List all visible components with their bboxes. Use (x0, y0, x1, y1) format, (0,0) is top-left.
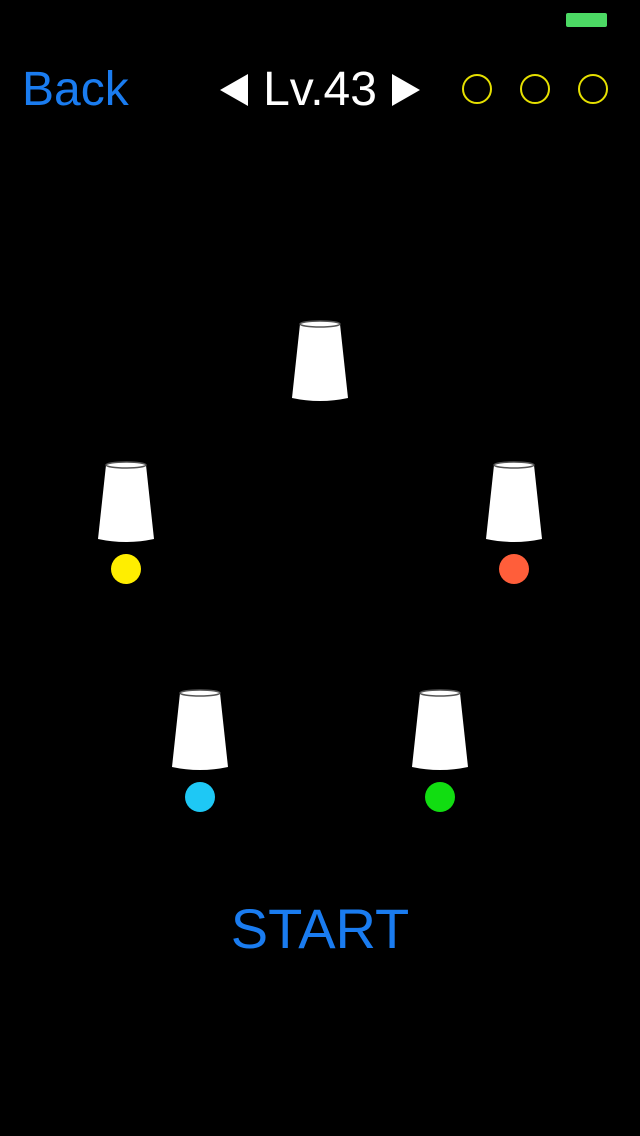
previous-level-button[interactable] (214, 62, 254, 118)
cup-bottom-right[interactable] (410, 689, 470, 771)
cup-top[interactable] (290, 320, 350, 402)
ball-red (499, 554, 529, 584)
cup-bottom-left[interactable] (170, 689, 230, 771)
star-slot-icon (578, 74, 608, 104)
star-rating (462, 74, 614, 108)
star-slot-icon (462, 74, 492, 104)
triangle-left-icon (220, 74, 248, 106)
ball-green (425, 782, 455, 812)
cup-right[interactable] (484, 461, 544, 543)
ball-blue (185, 782, 215, 812)
cup-left[interactable] (96, 461, 156, 543)
level-label: Lv.43 (263, 63, 377, 116)
start-button[interactable]: START (200, 896, 440, 962)
level-selector: Lv.43 (214, 62, 426, 118)
star-slot-icon (520, 74, 550, 104)
triangle-right-icon (392, 74, 420, 106)
next-level-button[interactable] (386, 62, 426, 118)
battery-icon (566, 13, 607, 27)
ball-yellow (111, 554, 141, 584)
back-button[interactable]: Back (22, 62, 129, 118)
